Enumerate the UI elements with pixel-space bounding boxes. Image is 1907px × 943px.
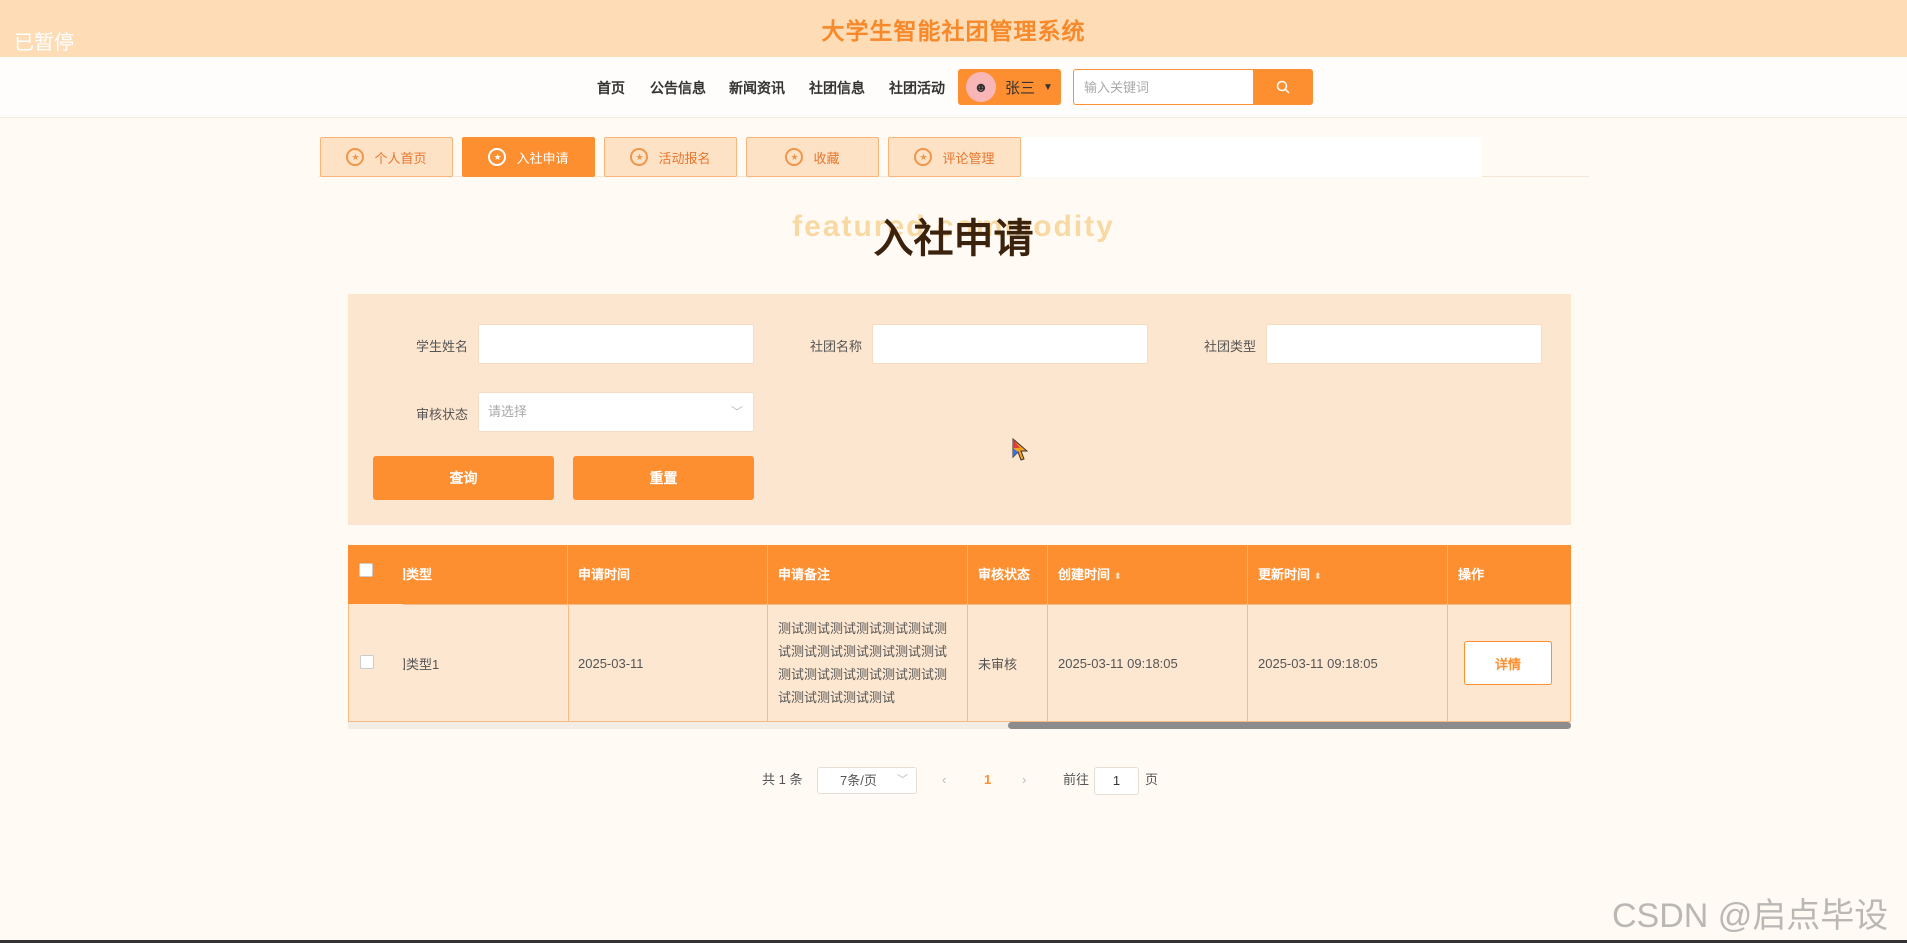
sort-icon[interactable]: ⬍ — [1114, 571, 1122, 581]
scrollbar-thumb[interactable] — [1008, 722, 1571, 729]
tab-label: 评论管理 — [942, 150, 995, 166]
col-created-time[interactable]: 创建时间 ⬍ — [1048, 545, 1248, 604]
star-circle-icon: ★ — [346, 148, 365, 166]
search-button[interactable] — [1253, 69, 1313, 105]
tab-activity-signup[interactable]: ★ 活动报名 — [604, 137, 737, 177]
user-menu-button[interactable]: ☻ 张三 ▼ — [958, 69, 1061, 105]
club-type-input[interactable] — [1266, 324, 1542, 364]
page-size-select[interactable]: 7条/页 ﹀ — [817, 767, 917, 794]
user-center-tabs: ★ 个人首页 ★ 入社申请 ★ 活动报名 ★ 收藏 ★ 评论管理 — [319, 137, 1589, 177]
pagination: 共 1 条 ‹ 1 › 前往 页 — [0, 766, 1907, 794]
star-circle-icon: ★ — [630, 148, 649, 166]
review-status-select[interactable]: 请选择 ﹀ — [478, 392, 754, 432]
cell-updated-time: 2025-03-11 09:18:05 — [1248, 605, 1448, 721]
page-number-current[interactable]: 1 — [984, 766, 991, 794]
cell-apply-note: 测试测试测试测试测试测试测试测试测试测试测试测试测试测试测试测试测试测试测试测试… — [768, 605, 968, 721]
star-circle-icon: ★ — [785, 148, 804, 166]
nav-item-activities[interactable]: 社团活动 — [889, 78, 945, 98]
tab-comment-management[interactable]: ★ 评论管理 — [888, 137, 1021, 177]
select-all-checkbox[interactable] — [359, 563, 373, 577]
nav-item-news[interactable]: 新闻资讯 — [729, 78, 785, 98]
applications-table: 团类型 申请时间 申请备注 审核状态 创建时间 ⬍ 更新时间 ⬍ 操作 团类型1 2… — [348, 545, 1571, 725]
cell-apply-time: 2025-03-11 — [568, 605, 768, 721]
tab-label: 个人首页 — [374, 150, 427, 166]
cell-review-status: 未审核 — [968, 605, 1048, 721]
tab-label: 活动报名 — [658, 150, 711, 166]
top-banner: 已暂停 大学生智能社团管理系统 — [0, 0, 1907, 57]
tab-personal-home[interactable]: ★ 个人首页 — [320, 137, 453, 177]
page-suffix: 页 — [1145, 772, 1159, 787]
cell-created-time: 2025-03-11 09:18:05 — [1048, 605, 1248, 721]
nav-item-notices[interactable]: 公告信息 — [650, 78, 706, 98]
pagination-total: 共 1 条 — [762, 772, 803, 787]
col-actions: 操作 — [1458, 567, 1485, 582]
tab-label: 收藏 — [813, 150, 840, 166]
watermark: CSDN @启点毕设 — [1612, 897, 1889, 935]
search-panel: 学生姓名 社团名称 社团类型 审核状态 请选择 ﹀ 查询 重置 — [348, 294, 1571, 525]
club-name-label: 社团名称 — [809, 339, 862, 354]
page-title: 入社申请 — [873, 217, 1034, 261]
search-icon — [1276, 80, 1290, 94]
col-club-type: 团类型 — [393, 545, 568, 604]
user-name: 张三 — [1005, 79, 1036, 97]
cell-club-type: 团类型1 — [393, 605, 569, 721]
col-apply-time: 申请时间 — [568, 545, 768, 604]
chevron-down-icon: ﹀ — [897, 774, 908, 786]
student-name-label: 学生姓名 — [415, 339, 468, 354]
col-created-label: 创建时间 — [1058, 567, 1111, 582]
row-checkbox[interactable] — [360, 655, 374, 669]
sort-icon[interactable]: ⬍ — [1314, 571, 1322, 581]
search-input[interactable] — [1073, 69, 1254, 105]
club-type-label: 社团类型 — [1203, 339, 1256, 354]
review-status-label: 审核状态 — [415, 407, 468, 422]
nav-item-home[interactable]: 首页 — [597, 78, 625, 98]
table-row: 团类型1 2025-03-11 测试测试测试测试测试测试测试测试测试测试测试测试… — [348, 604, 1571, 722]
col-updated-time[interactable]: 更新时间 ⬍ — [1248, 545, 1448, 604]
next-page-icon[interactable]: › — [1022, 766, 1026, 794]
avatar-icon: ☻ — [966, 72, 996, 102]
club-name-input[interactable] — [872, 324, 1148, 364]
caret-down-icon: ▼ — [1043, 81, 1053, 93]
goto-label: 前往 — [1063, 772, 1090, 787]
star-circle-icon: ★ — [488, 148, 507, 166]
detail-button[interactable]: 详情 — [1464, 641, 1552, 685]
mouse-cursor-icon — [1012, 438, 1028, 461]
tab-favorites[interactable]: ★ 收藏 — [746, 137, 879, 177]
student-name-input[interactable] — [478, 324, 754, 364]
goto-page-input[interactable]: 1 — [1094, 767, 1139, 795]
prev-page-icon[interactable]: ‹ — [942, 766, 946, 794]
query-button[interactable]: 查询 — [373, 456, 554, 500]
nav-item-clubs[interactable]: 社团信息 — [809, 78, 865, 98]
tab-label: 入社申请 — [516, 150, 569, 166]
selection-column — [348, 545, 403, 722]
select-placeholder: 请选择 — [488, 404, 528, 419]
chevron-down-icon: ﹀ — [730, 405, 743, 419]
star-circle-icon: ★ — [914, 148, 933, 166]
reset-button[interactable]: 重置 — [573, 456, 754, 500]
cell-actions: 详情 — [1448, 605, 1570, 721]
navbar: 首页 公告信息 新闻资讯 社团信息 社团活动 ☻ 张三 ▼ — [0, 57, 1907, 118]
page-size-value: 7条/页 — [840, 773, 877, 788]
table-header: 团类型 申请时间 申请备注 审核状态 创建时间 ⬍ 更新时间 ⬍ 操作 — [348, 545, 1571, 604]
tab-join-application[interactable]: ★ 入社申请 — [462, 137, 595, 177]
col-updated-label: 更新时间 — [1258, 567, 1311, 582]
col-review-status: 审核状态 — [968, 545, 1048, 604]
col-apply-note: 申请备注 — [768, 545, 968, 604]
site-title: 大学生智能社团管理系统 — [821, 18, 1086, 44]
